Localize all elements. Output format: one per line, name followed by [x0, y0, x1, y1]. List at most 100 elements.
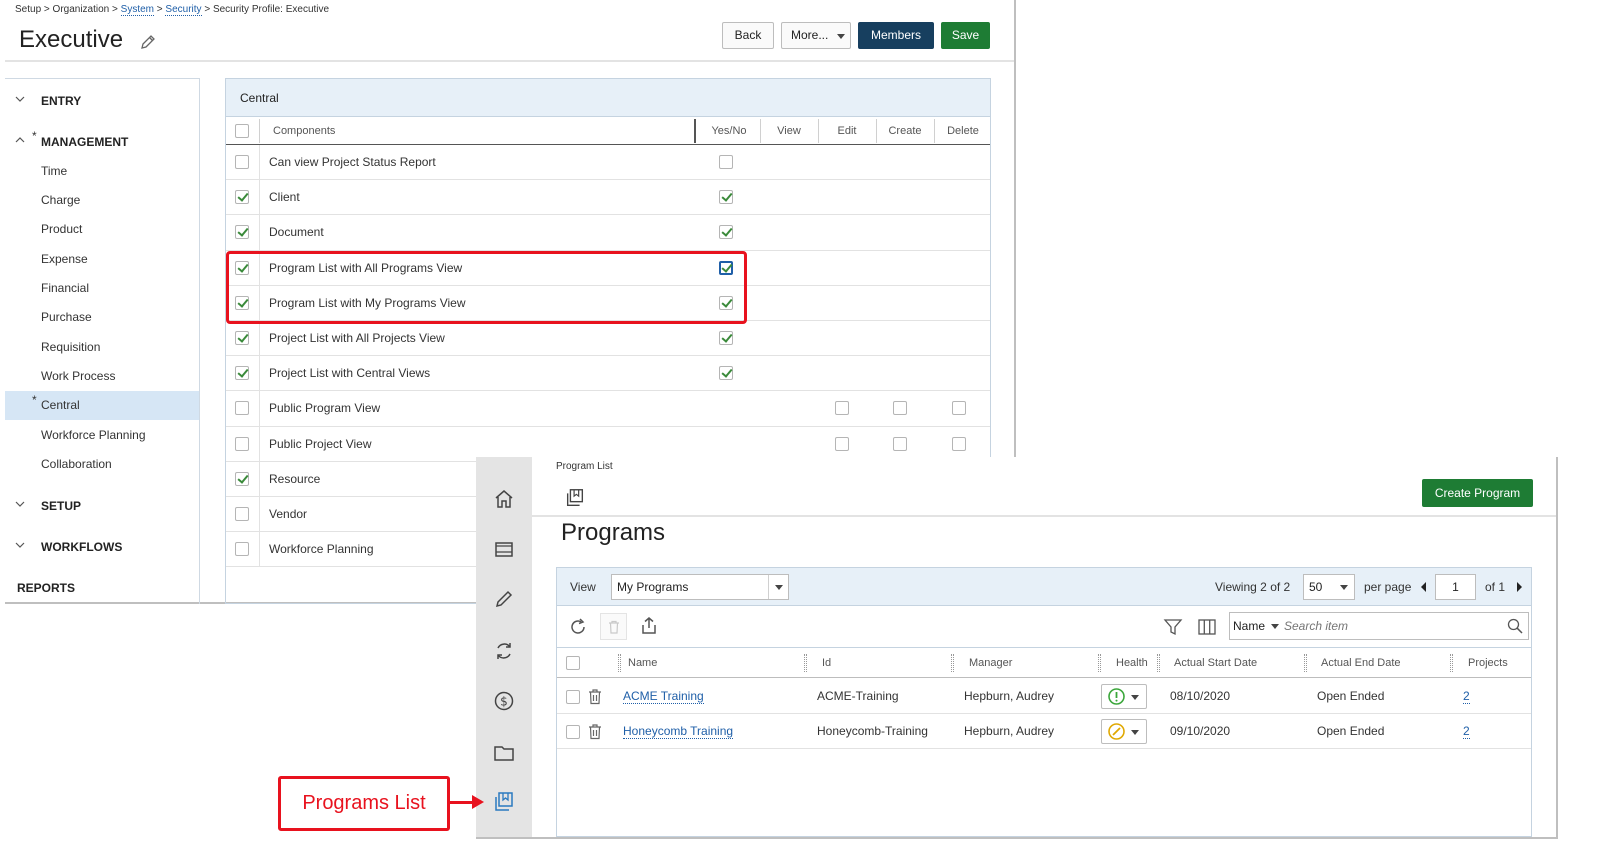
component-row[interactable]: Document: [226, 215, 990, 251]
program-name-link[interactable]: ACME Training: [623, 689, 704, 704]
row-checkbox[interactable]: [566, 725, 580, 739]
component-row[interactable]: Project List with All Projects View: [226, 320, 990, 357]
next-page-icon[interactable]: [1517, 582, 1522, 592]
search-input[interactable]: [1284, 617, 1504, 635]
row-select-checkbox[interactable]: [235, 190, 249, 205]
yes-no-checkbox[interactable]: [719, 225, 733, 240]
dollar-icon[interactable]: $: [492, 689, 516, 713]
yes-no-checkbox[interactable]: [719, 190, 733, 205]
health-select[interactable]: [1101, 684, 1147, 709]
program-name-link[interactable]: Honeycomb Training: [623, 724, 734, 739]
search-icon[interactable]: [1507, 618, 1523, 634]
row-select-checkbox[interactable]: [235, 542, 249, 557]
yes-no-checkbox[interactable]: [719, 330, 733, 345]
col-actual-end-date[interactable]: Actual End Date: [1321, 648, 1401, 678]
column-grip[interactable]: [1304, 654, 1307, 672]
component-row[interactable]: Project List with Central Views: [226, 356, 990, 392]
yes-no-checkbox[interactable]: [719, 366, 733, 381]
filter-icon[interactable]: [1163, 617, 1183, 637]
nav-item-workforce-planning[interactable]: Workforce Planning: [5, 421, 199, 450]
save-button[interactable]: Save: [941, 22, 990, 49]
create-checkbox[interactable]: [952, 436, 966, 451]
trash-icon[interactable]: [587, 723, 603, 740]
folder-icon[interactable]: [492, 741, 516, 765]
component-row[interactable]: Can view Project Status Report: [226, 145, 990, 181]
per-page-select[interactable]: 50: [1303, 574, 1355, 600]
export-icon[interactable]: [639, 616, 659, 636]
row-checkbox[interactable]: [566, 690, 580, 704]
view-select[interactable]: My Programs: [611, 574, 789, 600]
row-select-checkbox[interactable]: [235, 401, 249, 416]
select-all-checkbox[interactable]: [566, 656, 580, 670]
column-grip[interactable]: [1098, 654, 1101, 672]
component-row[interactable]: Public Program View: [226, 391, 990, 427]
pencil-icon[interactable]: [492, 587, 516, 611]
prev-page-icon[interactable]: [1421, 582, 1426, 592]
col-delete[interactable]: Delete: [934, 117, 992, 145]
nav-item-work-process[interactable]: Work Process: [5, 362, 199, 391]
column-grip[interactable]: [804, 654, 807, 672]
refresh-icon[interactable]: [568, 617, 588, 637]
breadcrumb[interactable]: Program List: [556, 461, 613, 472]
col-projects[interactable]: Projects: [1468, 648, 1508, 678]
home-icon[interactable]: [492, 487, 516, 511]
breadcrumb-setup[interactable]: Setup: [15, 4, 41, 15]
row-select-checkbox[interactable]: [235, 471, 249, 486]
nav-item-collaboration[interactable]: Collaboration: [5, 450, 199, 479]
columns-icon[interactable]: [1197, 617, 1217, 637]
create-checkbox[interactable]: [952, 401, 966, 416]
delete-button[interactable]: [600, 613, 627, 640]
row-select-checkbox[interactable]: [235, 436, 249, 451]
row-select-checkbox[interactable]: [235, 366, 249, 381]
row-select-checkbox[interactable]: [235, 330, 249, 345]
create-program-button[interactable]: Create Program: [1422, 479, 1533, 507]
view-checkbox[interactable]: [835, 401, 849, 416]
nav-item-financial[interactable]: Financial: [5, 274, 199, 303]
breadcrumb-organization[interactable]: Organization: [53, 4, 110, 15]
members-button[interactable]: Members: [858, 22, 934, 49]
col-health[interactable]: Health: [1116, 648, 1148, 678]
edit-pencil-icon[interactable]: [139, 33, 157, 51]
breadcrumb-system[interactable]: System: [120, 4, 154, 16]
nav-section-entry[interactable]: ENTRY: [15, 94, 81, 108]
nav-item-charge[interactable]: Charge: [5, 186, 199, 215]
program-list-icon[interactable]: [492, 790, 516, 814]
row-select-checkbox[interactable]: [235, 506, 249, 521]
col-components[interactable]: Components: [273, 117, 335, 145]
column-grip[interactable]: [951, 654, 954, 672]
refresh-icon[interactable]: [492, 639, 516, 663]
breadcrumb-security[interactable]: Security: [165, 4, 202, 16]
column-grip[interactable]: [1450, 654, 1453, 672]
page-input[interactable]: 1: [1435, 574, 1476, 600]
column-grip[interactable]: [1157, 654, 1160, 672]
nav-section-setup[interactable]: SETUP: [15, 499, 81, 513]
nav-item-requisition[interactable]: Requisition: [5, 333, 199, 362]
col-yes-no[interactable]: Yes/No: [698, 117, 760, 145]
program-projects-link[interactable]: 2: [1463, 689, 1470, 704]
trash-icon[interactable]: [587, 688, 603, 705]
back-button[interactable]: Back: [722, 22, 774, 49]
table-row[interactable]: Honeycomb Training Honeycomb-Training He…: [557, 714, 1531, 749]
nav-section-reports[interactable]: REPORTS: [17, 581, 75, 595]
nav-section-workflows[interactable]: WORKFLOWS: [15, 540, 122, 554]
col-create[interactable]: Create: [876, 117, 934, 145]
row-select-checkbox[interactable]: [235, 155, 249, 169]
nav-item-expense[interactable]: Expense: [5, 245, 199, 274]
nav-item-product[interactable]: Product: [5, 215, 199, 244]
column-grip[interactable]: [618, 654, 621, 672]
row-select-checkbox[interactable]: [235, 225, 249, 240]
component-row[interactable]: Client: [226, 180, 990, 216]
health-select[interactable]: [1101, 719, 1147, 744]
program-projects-link[interactable]: 2: [1463, 724, 1470, 739]
col-id[interactable]: Id: [822, 648, 831, 678]
col-view[interactable]: View: [760, 117, 818, 145]
edit-checkbox[interactable]: [893, 401, 907, 416]
more-button[interactable]: More...: [781, 22, 851, 49]
table-row[interactable]: ACME Training ACME-Training Hepburn, Aud…: [557, 679, 1531, 714]
yes-no-checkbox[interactable]: [719, 155, 733, 169]
view-checkbox[interactable]: [835, 436, 849, 451]
edit-checkbox[interactable]: [893, 436, 907, 451]
nav-item-purchase[interactable]: Purchase: [5, 303, 199, 332]
select-all-checkbox[interactable]: [235, 124, 249, 138]
nav-item-time[interactable]: Time: [5, 157, 199, 186]
